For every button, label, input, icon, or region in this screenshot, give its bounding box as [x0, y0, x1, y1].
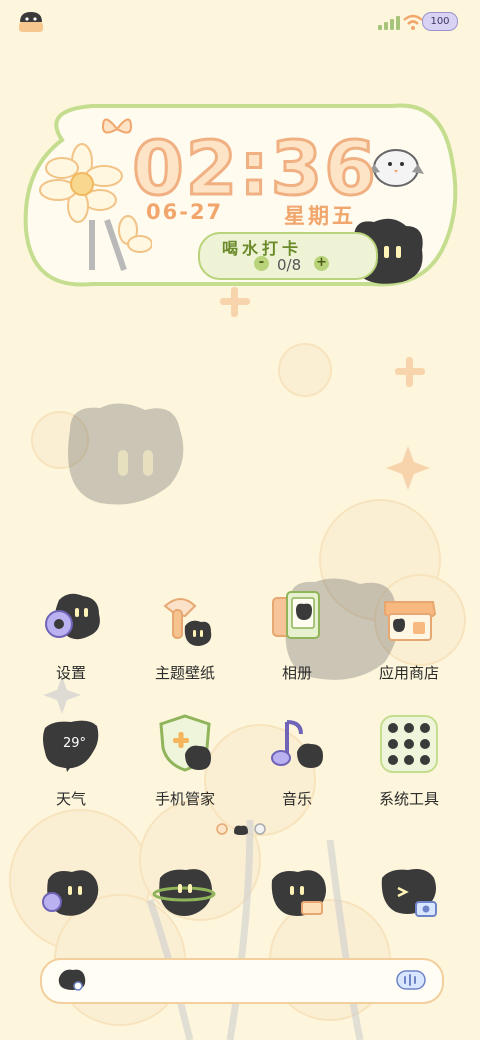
- paint-brush-icon: [163, 598, 212, 646]
- system-tools-folder-icon: [380, 715, 438, 773]
- browser-icon: [271, 870, 326, 916]
- clock-widget[interactable]: 02:36 06-27 星期五 喝水打卡 - 0/8 +: [22, 100, 458, 288]
- battery-icon: 100: [422, 12, 458, 31]
- water-minus-button[interactable]: -: [254, 256, 269, 271]
- app-app-store[interactable]: 应用商店: [354, 588, 464, 698]
- weather-temperature: 29°: [63, 736, 87, 751]
- dock-phone[interactable]: [38, 864, 102, 924]
- app-label: 主题壁纸: [154, 664, 215, 682]
- page-dot[interactable]: [254, 823, 266, 835]
- app-label: 系统工具: [378, 790, 439, 808]
- clock-date: 06-27: [146, 200, 224, 224]
- app-label: 音乐: [281, 790, 312, 808]
- battery-level: 100: [430, 16, 450, 27]
- wifi-icon: [403, 14, 423, 30]
- phone-manager-shield-icon: [159, 714, 211, 772]
- water-tracker[interactable]: 喝水打卡 - 0/8 +: [198, 232, 378, 280]
- app-theme-wallpaper[interactable]: 主题壁纸: [130, 588, 240, 698]
- app-phone-manager[interactable]: 手机管家: [130, 714, 240, 824]
- messages-icon: [152, 869, 216, 916]
- music-note-icon: [271, 720, 323, 768]
- app-label: 应用商店: [378, 664, 439, 682]
- page-indicator[interactable]: [214, 822, 268, 836]
- clock-weekday: 星期五: [284, 204, 356, 228]
- search-bar[interactable]: [40, 958, 444, 1004]
- app-label: 手机管家: [154, 790, 215, 808]
- dock-messages[interactable]: [152, 864, 216, 924]
- photo-album-icon: [272, 591, 320, 639]
- app-label: 相册: [281, 664, 312, 682]
- signal-icon: [378, 16, 400, 30]
- app-music[interactable]: 音乐: [242, 714, 352, 824]
- app-system-tools[interactable]: 系统工具: [354, 714, 464, 824]
- settings-gear-icon: [45, 593, 100, 640]
- water-count: 0/8: [277, 256, 302, 274]
- butterfly-icon: [101, 118, 133, 134]
- phone-call-icon: [42, 870, 99, 916]
- dock-browser[interactable]: [266, 864, 330, 924]
- app-settings[interactable]: 设置: [16, 588, 126, 698]
- app-label: 天气: [55, 790, 86, 808]
- water-plus-button[interactable]: +: [314, 256, 329, 271]
- voice-search-icon[interactable]: [396, 970, 426, 990]
- app-store-icon: [384, 601, 437, 641]
- app-label: 设置: [55, 664, 86, 682]
- camera-icon: [381, 869, 437, 917]
- status-bar: 100: [0, 0, 480, 44]
- app-weather[interactable]: 29° 天气: [16, 714, 126, 824]
- page-dot-current[interactable]: [234, 825, 248, 835]
- status-cat-avatar-icon: [19, 12, 43, 32]
- dock-camera[interactable]: [376, 864, 440, 924]
- app-photo-album[interactable]: 相册: [242, 588, 352, 698]
- search-cat-icon: [58, 969, 86, 991]
- page-dot[interactable]: [216, 823, 228, 835]
